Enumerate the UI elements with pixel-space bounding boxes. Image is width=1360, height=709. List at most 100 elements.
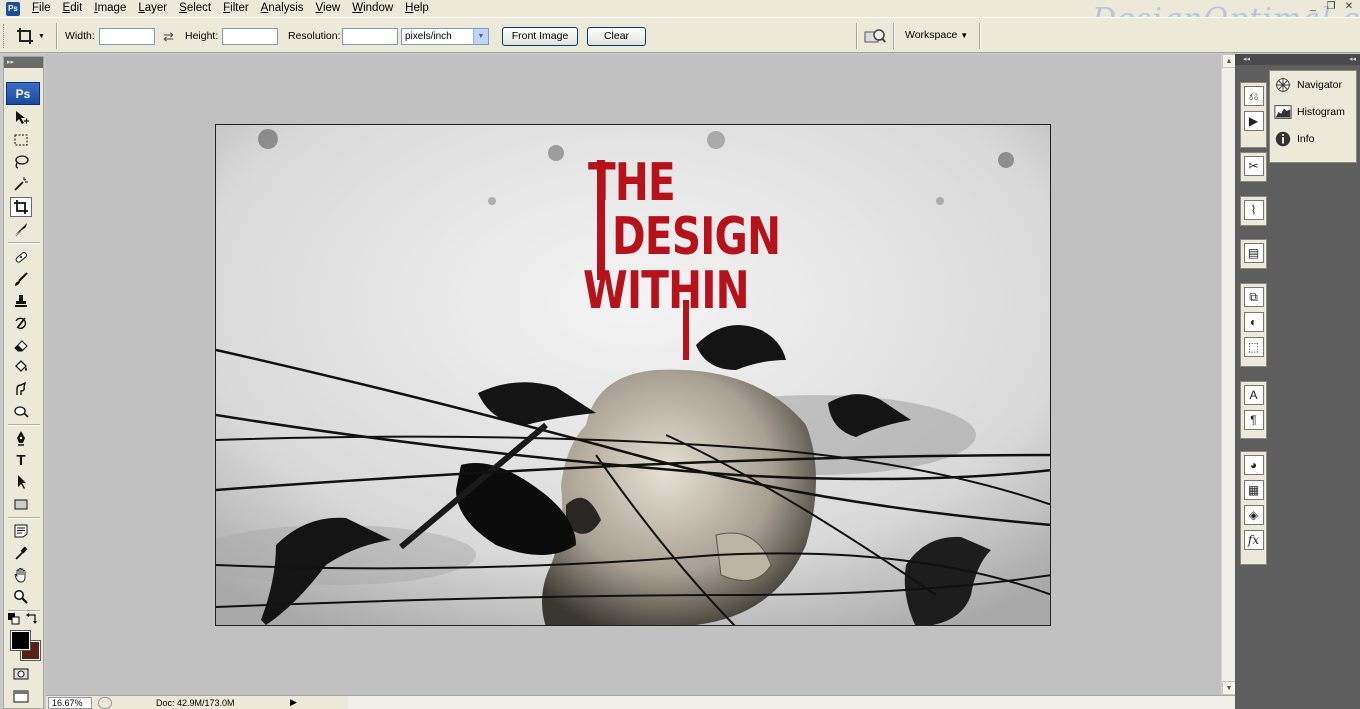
clear-button[interactable]: Clear [587, 27, 646, 46]
menu-window[interactable]: Window [346, 0, 399, 17]
layer-comps-icon[interactable]: ▤ [1243, 243, 1264, 263]
smudge-icon [16, 381, 27, 395]
panel-group-tool-presets: ✂ [1240, 152, 1267, 182]
shape-tool[interactable] [10, 494, 32, 514]
status-info-icon[interactable] [98, 697, 112, 709]
menu-view[interactable]: View [310, 0, 347, 17]
document-canvas[interactable]: THE DESIGN WITHIN [215, 124, 1051, 626]
restore-button[interactable]: ❐ [1324, 1, 1338, 14]
quick-mask-button[interactable] [10, 664, 32, 684]
brush-tool[interactable] [10, 269, 32, 289]
color-panel-icon[interactable]: ◕ [1243, 455, 1264, 475]
adjustments-icon[interactable]: ◐ [1243, 312, 1264, 332]
magic-wand-tool[interactable] [10, 174, 32, 194]
swap-icon[interactable]: ⇄ [163, 29, 174, 45]
dodge-tool[interactable] [10, 401, 32, 421]
crop-icon [14, 200, 28, 214]
character-panel-icon[interactable]: A [1243, 385, 1264, 405]
zoom-tool[interactable] [10, 587, 32, 607]
zoom-level-field[interactable]: 16.67% [48, 697, 92, 709]
status-menu-arrow-icon[interactable]: ▶ [290, 697, 297, 708]
options-bar-grip[interactable] [3, 24, 7, 48]
navigator-panel-tab[interactable]: Navigator [1270, 71, 1356, 98]
history-brush-tool[interactable] [10, 313, 32, 333]
tool-preset-picker[interactable]: ▼ [16, 26, 50, 46]
swap-colors-button[interactable] [25, 612, 39, 626]
chevron-down-icon: ▼ [960, 31, 969, 40]
separator [856, 23, 858, 49]
height-label: Height: [185, 30, 219, 42]
resolution-units-select[interactable]: pixels/inch ▼ [401, 28, 489, 45]
paragraph-panel-icon[interactable]: ¶ [1243, 410, 1264, 430]
width-field[interactable] [99, 28, 155, 45]
crop-tool[interactable] [10, 197, 32, 217]
scroll-down-icon[interactable]: ▼ [1222, 681, 1236, 695]
menu-filter[interactable]: Filter [217, 0, 255, 17]
hand-tool[interactable] [10, 565, 32, 585]
poster-title-line-2: DESIGN [612, 207, 781, 267]
front-image-button[interactable]: Front Image [502, 27, 578, 46]
blur-tool[interactable] [10, 379, 32, 399]
menu-layer[interactable]: Layer [132, 0, 173, 17]
horizontal-scrollbar[interactable] [348, 696, 1248, 709]
eraser-tool[interactable] [10, 335, 32, 355]
clone-source-icon[interactable]: ⧉ [1243, 287, 1264, 307]
dock-collapse-icon[interactable]: ◂◂ [1243, 54, 1250, 65]
bridge-icon[interactable] [864, 28, 886, 44]
histogram-panel-tab[interactable]: Histogram [1270, 98, 1356, 125]
info-panel-tab[interactable]: Info [1270, 125, 1356, 152]
close-button[interactable]: ✕ [1342, 1, 1356, 14]
paint-bucket-tool[interactable] [10, 357, 32, 377]
marquee-tool[interactable] [10, 130, 32, 150]
dock-expand-icon[interactable]: ◂◂ [1349, 54, 1356, 65]
menu-image[interactable]: Image [88, 0, 132, 17]
poster-title-line-1: THE [588, 153, 676, 213]
clone-stamp-tool[interactable] [10, 291, 32, 311]
resolution-field[interactable] [342, 28, 398, 45]
hand-icon [14, 568, 26, 583]
menu-file[interactable]: File [26, 0, 57, 17]
swatches-panel-icon[interactable]: ▦ [1243, 480, 1264, 500]
scroll-up-icon[interactable]: ▲ [1222, 54, 1236, 68]
default-colors-button[interactable] [7, 612, 21, 626]
screen-mode-icon [13, 690, 29, 703]
menu-help[interactable]: Help [399, 0, 435, 17]
menu-select[interactable]: Select [173, 0, 217, 17]
separator [8, 242, 40, 244]
tool-presets-icon[interactable]: ✂ [1243, 156, 1264, 176]
minimize-button[interactable]: _ [1306, 1, 1320, 14]
actions-panel-icon[interactable]: ▶ [1243, 111, 1264, 131]
move-tool[interactable] [10, 108, 32, 128]
vertical-scrollbar[interactable]: ▲ ▼ [1221, 54, 1236, 695]
type-tool[interactable]: T [10, 450, 32, 470]
healing-brush-tool[interactable] [10, 247, 32, 267]
screen-mode-button[interactable] [10, 687, 32, 707]
styles-panel-icon[interactable]: fx [1243, 530, 1264, 550]
height-field[interactable] [222, 28, 278, 45]
slice-tool[interactable] [10, 219, 32, 239]
layers-panel-icon[interactable]: ◈ [1243, 505, 1264, 525]
poster-title-line-3: WITHIN [583, 261, 750, 321]
transform-icon[interactable]: ⬚ [1243, 337, 1264, 357]
foreground-color-swatch[interactable] [10, 630, 31, 651]
workspace-menu[interactable]: Workspace ▼ [905, 29, 968, 41]
panel-icon-strip: ⎌ ▶ ✂ ⌇ ▤ ⧉ ◐ ⬚ A ¶ ◕ ▦ ◈ fx [1240, 70, 1267, 709]
pen-tool[interactable] [10, 428, 32, 448]
toolbox-collapse-icon[interactable]: ▸▸ [4, 57, 43, 68]
lasso-tool[interactable] [10, 152, 32, 172]
menu-edit[interactable]: Edit [57, 0, 89, 17]
navigator-panel-group: Navigator Histogram Info [1269, 70, 1357, 163]
navigator-icon [1273, 75, 1293, 95]
notes-tool[interactable] [10, 521, 32, 541]
menu-analysis[interactable]: Analysis [255, 0, 310, 17]
eyedropper-tool[interactable] [10, 543, 32, 563]
photoshop-logo[interactable]: Ps [6, 82, 40, 105]
type-icon: T [16, 451, 26, 469]
panel-group-clone: ⧉ ◐ ⬚ [1240, 283, 1267, 367]
brushes-panel-icon[interactable]: ⌇ [1243, 200, 1264, 220]
panel-group-layer-comps: ▤ [1240, 239, 1267, 269]
history-panel-icon[interactable]: ⎌ [1243, 86, 1264, 106]
path-selection-tool[interactable] [10, 472, 32, 492]
panel-group-color-layers: ◕ ▦ ◈ fx [1240, 451, 1267, 565]
app-icon[interactable]: Ps [6, 1, 20, 16]
